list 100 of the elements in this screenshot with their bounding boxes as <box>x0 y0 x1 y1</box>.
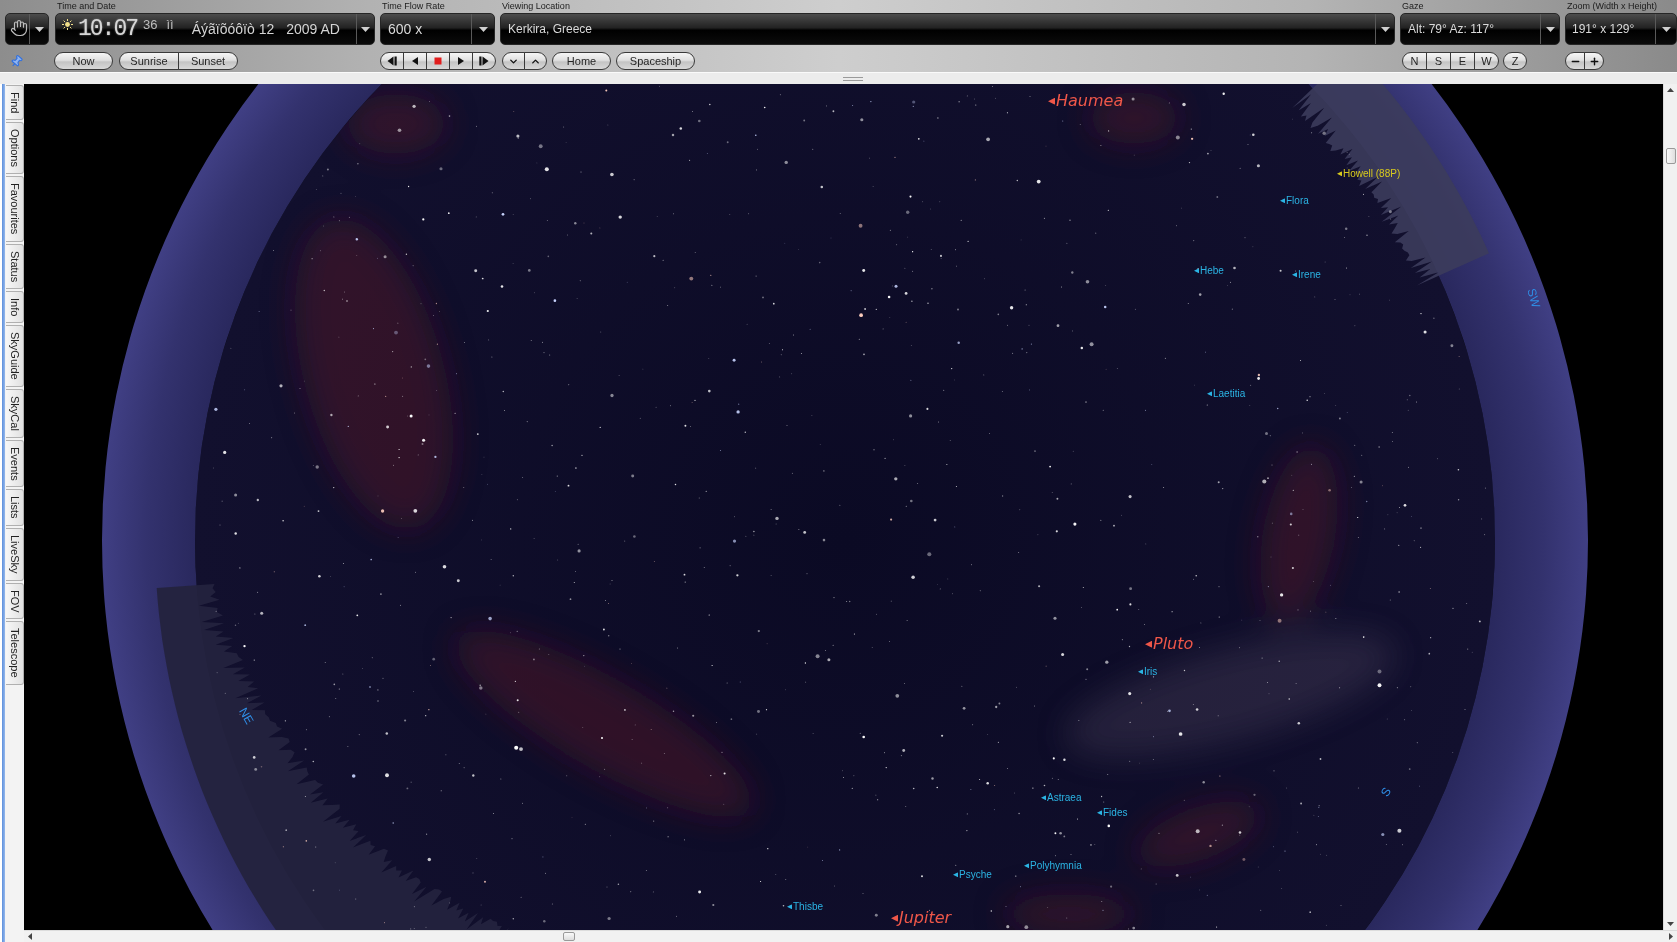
asteroid-label: Irene <box>1298 269 1321 281</box>
scrollbar-thumb[interactable] <box>563 932 575 941</box>
caret-icon <box>1380 26 1390 32</box>
year-text: 2009 AD <box>286 21 340 37</box>
marker-triangle-icon <box>1041 795 1046 801</box>
direction-button[interactable]: W <box>1474 52 1499 70</box>
reverse-icon <box>410 56 420 66</box>
step-back-button[interactable] <box>380 52 404 70</box>
marker-triangle-icon <box>1138 669 1143 675</box>
marker-triangle-icon <box>1194 268 1199 274</box>
planet-label: Pluto <box>1153 634 1194 654</box>
stop-icon <box>433 56 443 66</box>
date-text: Áýãïõóôïò 12 <box>191 21 275 37</box>
time-flow-rate-select[interactable]: 600 x <box>380 13 495 45</box>
caret-icon <box>1545 26 1555 32</box>
sidebar-tab[interactable]: Status <box>6 243 24 289</box>
caret-icon <box>34 26 44 32</box>
compass-direction-label: SW <box>1525 287 1542 309</box>
vertical-scrollbar[interactable] <box>1663 84 1677 930</box>
asteroid-label: Fides <box>1103 807 1128 819</box>
direction-button[interactable]: N <box>1402 52 1427 70</box>
sidebar-tab[interactable]: Events <box>6 439 24 488</box>
asteroid-label: Hebe <box>1200 265 1224 277</box>
asteroid-label: Polyhymnia <box>1030 860 1082 872</box>
zoom-in-button[interactable] <box>1584 52 1604 70</box>
planetarium-view[interactable]: Haumea Howell (88P) Flora Hebe Irene Laetitia Pluto Iris Astraea Fides Polyhymnia Psyche Thisbe Jupiter SW NE S <box>24 84 1663 930</box>
asteroid-label: Psyche <box>959 869 992 881</box>
comet-label: Howell (88P) <box>1343 168 1401 180</box>
move-up-button[interactable] <box>524 52 547 70</box>
horizontal-scrollbar[interactable] <box>24 930 1677 942</box>
caret-icon <box>1661 26 1671 32</box>
sidebar-tab[interactable]: LiveSky <box>6 528 24 581</box>
asteroid-label: Astraea <box>1047 792 1082 804</box>
field-label: Zoom (Width x Height) <box>1566 0 1659 13</box>
scroll-up-arrow-icon[interactable] <box>1667 88 1674 92</box>
reverse-button[interactable] <box>403 52 427 70</box>
step-forward-button[interactable] <box>472 52 496 70</box>
sun-icon <box>62 19 73 30</box>
field-label: Gaze <box>1401 0 1425 13</box>
plus-icon <box>1588 55 1600 67</box>
sidebar-tab[interactable]: FOV <box>6 582 24 620</box>
asteroid-label: Laetitia <box>1213 388 1246 400</box>
clock-time: 10:07 <box>78 16 137 42</box>
sidebar-tab[interactable]: SkyCal <box>6 388 24 438</box>
hand-tool-select[interactable] <box>5 13 49 45</box>
step-forward-icon <box>479 56 489 66</box>
planet-label: Haumea <box>1056 91 1124 111</box>
compass-direction-label: S <box>1378 785 1394 799</box>
clock-period: ìì <box>166 17 174 32</box>
play-button[interactable] <box>449 52 473 70</box>
sidebar-tab[interactable]: Lists <box>6 489 24 527</box>
play-icon <box>456 56 466 66</box>
scroll-left-arrow-icon[interactable] <box>28 933 32 940</box>
hand-icon <box>10 18 28 37</box>
marker-triangle-icon <box>891 914 898 922</box>
direction-button[interactable]: E <box>1450 52 1475 70</box>
clock-seconds: 36 <box>143 17 158 32</box>
direction-button[interactable]: S <box>1426 52 1451 70</box>
viewing-location-select[interactable]: Kerkira, Greece <box>500 13 1395 45</box>
marker-triangle-icon <box>1145 640 1152 648</box>
sidebar-tab[interactable]: Info <box>6 290 24 324</box>
stop-button[interactable] <box>426 52 450 70</box>
field-label: Viewing Location <box>501 0 571 13</box>
marker-triangle-icon <box>1024 863 1029 869</box>
home-button[interactable]: Home <box>552 52 611 70</box>
spaceship-button[interactable]: Spaceship <box>616 52 695 70</box>
marker-triangle-icon <box>1097 810 1102 816</box>
scroll-right-arrow-icon[interactable] <box>1669 933 1673 940</box>
move-down-button[interactable] <box>502 52 525 70</box>
marker-triangle-icon <box>1048 97 1055 105</box>
zoom-select[interactable]: 191° x 129° <box>1565 13 1677 45</box>
asteroid-label: Flora <box>1286 195 1309 207</box>
sidebar-tab[interactable]: Options <box>6 122 24 175</box>
marker-triangle-icon <box>953 872 958 878</box>
marker-triangle-icon <box>1337 171 1342 177</box>
gaze-select[interactable]: Alt: 79° Az: 117° <box>1400 13 1560 45</box>
zenith-button[interactable]: Z <box>1503 52 1527 70</box>
splitter-grip-icon[interactable] <box>843 76 863 81</box>
field-label: Time Flow Rate <box>381 0 446 13</box>
asteroid-label: Iris <box>1144 666 1158 678</box>
marker-triangle-icon <box>1207 391 1212 397</box>
compass-direction-label: NE <box>236 705 256 727</box>
scrollbar-thumb[interactable] <box>1665 148 1676 164</box>
field-label: Time and Date <box>56 0 117 13</box>
marker-triangle-icon <box>787 904 792 910</box>
step-back-icon <box>387 56 397 66</box>
marker-triangle-icon <box>1280 198 1285 204</box>
asteroid-label: Thisbe <box>793 901 823 913</box>
sidebar-tab[interactable]: Telescope <box>6 621 24 685</box>
caret-icon <box>361 26 370 32</box>
sidebar-tab[interactable]: Favourites <box>6 176 24 242</box>
scroll-down-arrow-icon[interactable] <box>1667 922 1674 926</box>
sunset-button[interactable]: Sunset <box>178 52 238 70</box>
marker-triangle-icon <box>1292 272 1297 278</box>
sidebar-tab[interactable]: SkyGuide <box>6 325 24 387</box>
now-button[interactable]: Now <box>54 52 113 70</box>
zoom-out-button[interactable] <box>1565 52 1585 70</box>
sunrise-button[interactable]: Sunrise <box>119 52 179 70</box>
caret-icon <box>478 26 488 32</box>
sidebar-tab[interactable]: Find <box>6 85 24 121</box>
